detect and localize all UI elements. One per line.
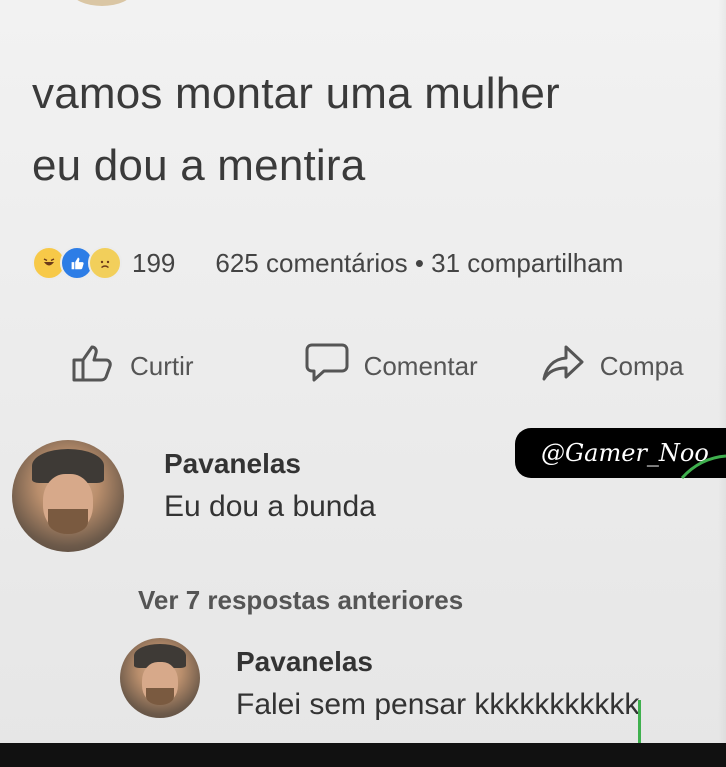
comment-body: Pavanelas Eu dou a bunda <box>164 440 376 552</box>
comment-item: Pavanelas Eu dou a bunda <box>12 440 376 552</box>
reaction-count: 199 <box>132 247 176 278</box>
reply-text: Falei sem pensar kkkkkkkkkkk <box>236 688 640 721</box>
comment-text: Eu dou a bunda <box>164 490 376 523</box>
like-label: Curtir <box>130 350 194 381</box>
thumbs-up-icon <box>70 342 130 391</box>
avatar[interactable] <box>120 638 200 718</box>
share-arrow-icon <box>540 343 600 390</box>
avatar-beard-shape <box>47 509 89 535</box>
facebook-post-screenshot: vamos montar uma mulher eu dou a mentira… <box>0 0 726 767</box>
speech-bubble-icon <box>304 341 364 392</box>
reactions-summary[interactable]: 199 <box>32 246 175 280</box>
sad-reaction-icon <box>88 246 122 280</box>
share-button[interactable]: Compa <box>540 343 684 390</box>
view-previous-replies-link[interactable]: Ver 7 respostas anteriores <box>138 585 463 616</box>
reply-body: Pavanelas Falei sem pensar kkkkkkkkkkk <box>236 638 639 722</box>
comment-label: Comentar <box>363 350 478 381</box>
avatar-beard-shape <box>145 687 175 706</box>
avatar[interactable] <box>12 440 124 552</box>
post-stats-row: 199 625 comentários • 31 compartilham <box>32 245 726 281</box>
post-line-1: vamos montar uma mulher <box>32 69 560 118</box>
share-label: Compa <box>599 350 684 381</box>
comment-author[interactable]: Pavanelas <box>164 448 376 480</box>
reply-item: Pavanelas Falei sem pensar kkkkkkkkkkk <box>120 638 639 722</box>
edge-shade <box>718 0 726 767</box>
post-line-2: eu dou a mentira <box>32 141 366 190</box>
comments-shares-count[interactable]: 625 comentários • 31 compartilham <box>215 248 623 279</box>
like-button[interactable]: Curtir <box>70 342 194 391</box>
previous-avatar-sliver <box>72 0 132 6</box>
comment-button[interactable]: Comentar <box>304 341 478 392</box>
reply-author[interactable]: Pavanelas <box>236 646 639 678</box>
post-actions: Curtir Comentar Compa <box>70 340 726 392</box>
bottom-black-bar <box>0 743 726 767</box>
post-text: vamos montar uma mulher eu dou a mentira <box>32 58 712 202</box>
